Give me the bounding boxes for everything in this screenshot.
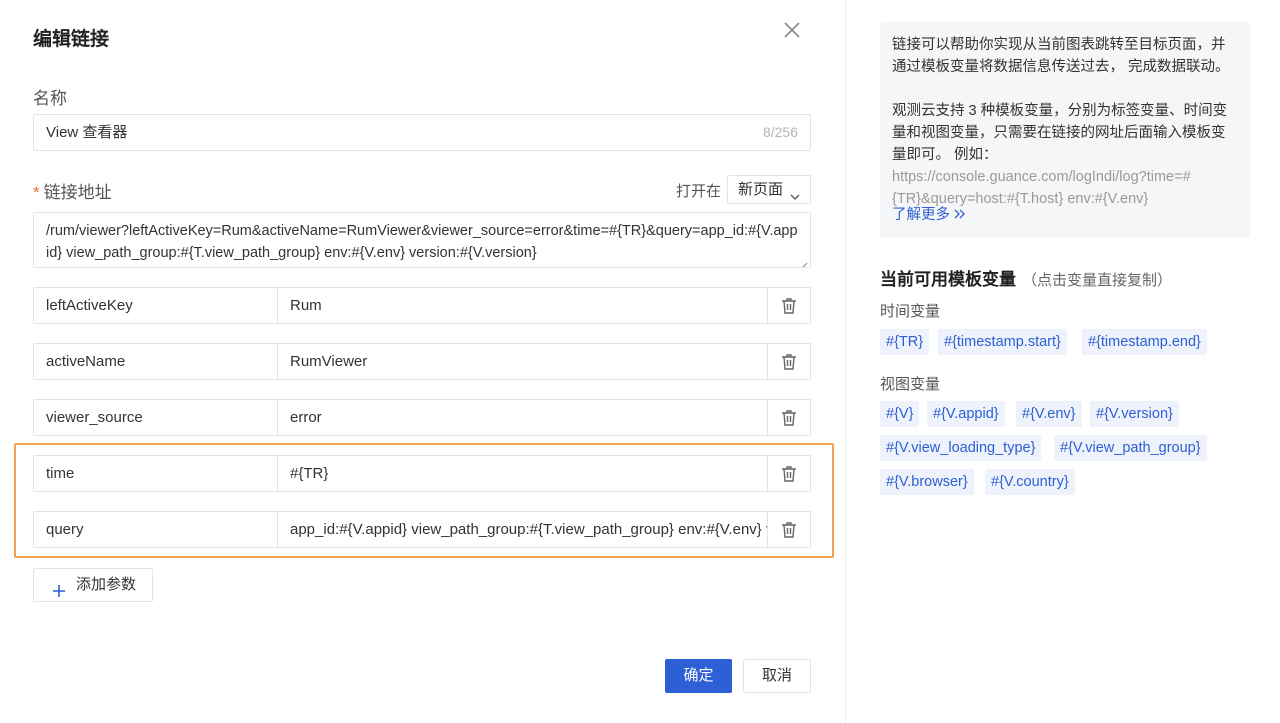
open-in-select[interactable]: 新页面 xyxy=(727,175,811,204)
learn-more-link[interactable]: 了解更多 xyxy=(892,204,966,226)
open-in-value: 新页面 xyxy=(738,181,784,198)
view-vars-label: 视图变量 xyxy=(880,376,941,393)
var-tag[interactable]: #{V.country} xyxy=(985,469,1075,495)
confirm-button[interactable]: 确定 xyxy=(665,659,732,693)
param-row: viewer_source error xyxy=(33,399,811,436)
var-tag[interactable]: #{timestamp.start} xyxy=(938,329,1067,355)
vars-hint: （点击变量直接复制） xyxy=(1022,272,1173,289)
var-tag[interactable]: #{V.env} xyxy=(1016,401,1082,427)
param-row: leftActiveKey Rum xyxy=(33,287,811,324)
name-label: 名称 xyxy=(33,89,67,108)
url-value: /rum/viewer?leftActiveKey=Rum&activeName… xyxy=(46,223,798,261)
var-tag[interactable]: #{V.view_path_group} xyxy=(1054,435,1207,461)
var-tag[interactable]: #{V.appid} xyxy=(927,401,1005,427)
help-paragraph-1: 链接可以帮助你实现从当前图表跳转至目标页面，并通过模板变量将数据信息传送过去， … xyxy=(892,37,1230,75)
delete-param-button[interactable] xyxy=(768,344,810,379)
required-mark: * xyxy=(33,183,40,202)
var-tag[interactable]: #{timestamp.end} xyxy=(1082,329,1207,355)
help-paragraph-2: 观测云支持 3 种模板变量，分别为标签变量、时间变量和视图变量，只需要在链接的网… xyxy=(892,100,1238,210)
url-textarea[interactable]: /rum/viewer?leftActiveKey=Rum&activeName… xyxy=(33,212,811,268)
vars-title-row: 当前可用模板变量 （点击变量直接复制） xyxy=(880,265,1172,290)
var-tag[interactable]: #{V} xyxy=(880,401,920,427)
help-panel: 链接可以帮助你实现从当前图表跳转至目标页面，并通过模板变量将数据信息传送过去， … xyxy=(846,0,1280,723)
trash-icon xyxy=(782,353,796,370)
param-value-input[interactable]: app_id:#{V.appid} view_path_group:#{T.vi… xyxy=(278,512,768,547)
delete-param-button[interactable] xyxy=(768,288,810,323)
dialog-title: 编辑链接 xyxy=(33,29,110,50)
param-key-input[interactable]: activeName xyxy=(34,344,278,379)
resize-handle-icon[interactable] xyxy=(799,256,808,267)
param-key-input[interactable]: leftActiveKey xyxy=(34,288,278,323)
edit-link-dialog: 编辑链接 名称 View 查看器 8/256 * 链接地址 打开在 新页面 /ru… xyxy=(0,0,846,723)
param-value-input[interactable]: Rum xyxy=(278,288,768,323)
vars-title: 当前可用模板变量 xyxy=(880,270,1016,289)
learn-more-label: 了解更多 xyxy=(892,207,950,223)
add-param-label: 添加参数 xyxy=(76,576,137,593)
close-icon[interactable] xyxy=(780,18,804,42)
trash-icon xyxy=(782,521,796,538)
trash-icon xyxy=(782,409,796,426)
help-paragraph-2-text: 观测云支持 3 种模板变量，分别为标签变量、时间变量和视图变量，只需要在链接的网… xyxy=(892,103,1228,163)
param-row: activeName RumViewer xyxy=(33,343,811,380)
delete-param-button[interactable] xyxy=(768,400,810,435)
open-in-label: 打开在 xyxy=(676,183,722,200)
url-label: 链接地址 xyxy=(43,183,112,202)
var-tag[interactable]: #{V.browser} xyxy=(880,469,974,495)
double-chevron-right-icon xyxy=(950,207,966,223)
add-param-button[interactable]: 添加参数 xyxy=(33,568,153,602)
param-row: query app_id:#{V.appid} view_path_group:… xyxy=(33,511,811,548)
param-key-input[interactable]: query xyxy=(34,512,278,547)
delete-param-button[interactable] xyxy=(768,512,810,547)
name-input[interactable]: View 查看器 8/256 xyxy=(33,114,811,151)
param-value-input[interactable]: RumViewer xyxy=(278,344,768,379)
param-key-input[interactable]: viewer_source xyxy=(34,400,278,435)
var-tag[interactable]: #{V.version} xyxy=(1090,401,1179,427)
var-tag[interactable]: #{V.view_loading_type} xyxy=(880,435,1042,461)
param-value-input[interactable]: #{TR} xyxy=(278,456,768,491)
param-key-input[interactable]: time xyxy=(34,456,278,491)
var-tag[interactable]: #{TR} xyxy=(880,329,930,355)
name-counter: 8/256 xyxy=(762,124,798,140)
cancel-button[interactable]: 取消 xyxy=(743,659,811,693)
plus-icon xyxy=(52,578,66,597)
help-info-box: 链接可以帮助你实现从当前图表跳转至目标页面，并通过模板变量将数据信息传送过去， … xyxy=(880,22,1250,238)
trash-icon xyxy=(782,465,796,482)
param-value-input[interactable]: error xyxy=(278,400,768,435)
name-input-value: View 查看器 xyxy=(46,124,128,141)
trash-icon xyxy=(782,297,796,314)
delete-param-button[interactable] xyxy=(768,456,810,491)
url-label-row: * 链接地址 xyxy=(33,178,112,203)
time-vars-label: 时间变量 xyxy=(880,303,941,320)
example-url: https://console.guance.com/logIndi/log?t… xyxy=(892,169,1191,207)
param-row: time #{TR} xyxy=(33,455,811,492)
chevron-down-icon xyxy=(790,184,800,200)
